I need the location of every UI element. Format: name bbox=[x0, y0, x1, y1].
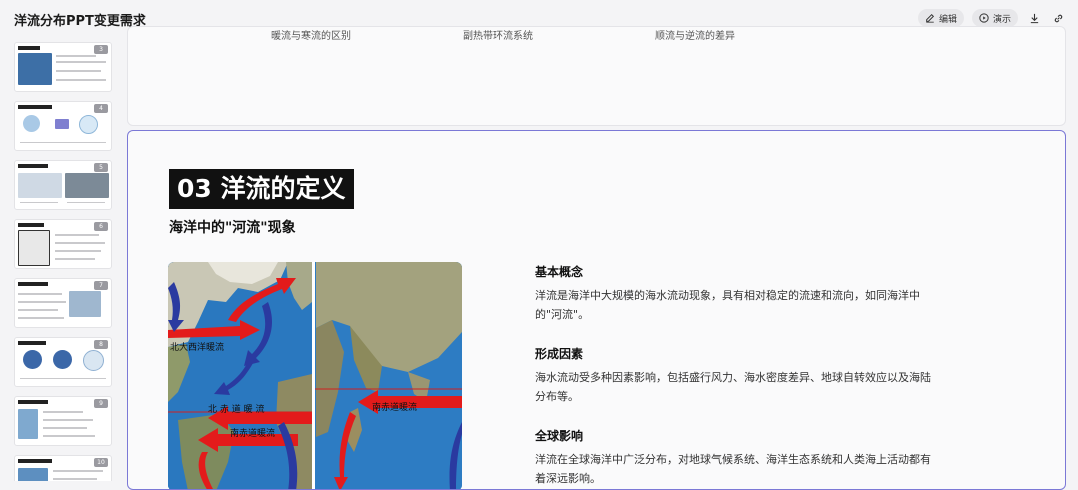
slide-number: 10 bbox=[94, 458, 108, 467]
edit-icon bbox=[926, 13, 935, 23]
slide-thumbnail[interactable]: 10 bbox=[14, 455, 112, 481]
map-label: 北大西洋暖流 bbox=[170, 341, 224, 353]
slide-editor-canvas: 暖流与寒流的区别 副热带环流系统 顺流与逆流的差异 03 洋流的定义 海洋中的"… bbox=[127, 26, 1067, 490]
edit-button-label: 编辑 bbox=[938, 14, 957, 25]
section-heading: 全球影响 bbox=[535, 429, 584, 443]
slide-number: 3 bbox=[94, 45, 108, 54]
slide-thumbnail[interactable]: 5 bbox=[14, 160, 112, 210]
section-global-impact: 全球影响 洋流在全球海洋中广泛分布，对地球气候系统、海洋生态系统和人类海上活动都… bbox=[535, 427, 935, 488]
slide-number: 7 bbox=[94, 281, 108, 290]
download-button[interactable] bbox=[1026, 10, 1042, 26]
slide-subtitle: 海洋中的"河流"现象 bbox=[169, 220, 296, 236]
ocean-current-map-graphic: 北大西洋暖流 北 赤 道 暖 流 南赤道暖流 南赤道暖流 bbox=[168, 262, 462, 489]
section-basic-concept: 基本概念 洋流是海洋中大规模的海水流动现象，具有相对稳定的流速和流向，如同海洋中… bbox=[535, 263, 935, 324]
ocean-current-map: 北大西洋暖流 北 赤 道 暖 流 南赤道暖流 南赤道暖流 bbox=[168, 262, 462, 489]
slide-thumbnail[interactable]: 8 bbox=[14, 337, 112, 387]
previous-slide-caption: 暖流与寒流的区别 bbox=[271, 31, 351, 42]
present-button[interactable]: 演示 bbox=[971, 9, 1018, 27]
slide-thumbnail-sidebar: 3 4 5 6 7 8 9 10 bbox=[0, 36, 124, 481]
edit-button[interactable]: 编辑 bbox=[917, 9, 964, 27]
previous-slide-caption: 顺流与逆流的差异 bbox=[655, 31, 735, 42]
share-link-button[interactable] bbox=[1050, 10, 1066, 26]
slide-thumbnail[interactable]: 7 bbox=[14, 278, 112, 328]
present-button-label: 演示 bbox=[992, 14, 1011, 25]
previous-slide-caption: 副热带环流系统 bbox=[463, 31, 533, 42]
slide-number: 5 bbox=[94, 163, 108, 172]
slide-title: 03 洋流的定义 bbox=[169, 169, 354, 209]
section-heading: 形成因素 bbox=[535, 347, 584, 361]
slide-number: 4 bbox=[94, 104, 108, 113]
play-icon bbox=[979, 13, 989, 23]
link-icon bbox=[1054, 14, 1062, 22]
current-slide[interactable]: 03 洋流的定义 海洋中的"河流"现象 北大西洋暖流 北 赤 道 暖 流 南赤道… bbox=[127, 130, 1066, 490]
slide-number: 9 bbox=[94, 399, 108, 408]
slide-number: 6 bbox=[94, 222, 108, 231]
section-heading: 基本概念 bbox=[535, 265, 584, 279]
section-text: 洋流在全球海洋中广泛分布，对地球气候系统、海洋生态系统和人类海上活动都有着深远影… bbox=[535, 453, 931, 485]
document-title: 洋流分布PPT变更需求 bbox=[14, 14, 146, 29]
download-icon bbox=[1030, 13, 1038, 23]
map-label: 南赤道暖流 bbox=[372, 401, 417, 413]
slide-number: 8 bbox=[94, 340, 108, 349]
section-text: 洋流是海洋中大规模的海水流动现象，具有相对稳定的流速和流向，如同海洋中的"河流"… bbox=[535, 289, 920, 321]
top-actions: 编辑 演示 bbox=[917, 9, 1066, 27]
slide-thumbnail[interactable]: 6 bbox=[14, 219, 112, 269]
map-label: 南赤道暖流 bbox=[230, 427, 275, 439]
previous-slide[interactable]: 暖流与寒流的区别 副热带环流系统 顺流与逆流的差异 bbox=[127, 26, 1066, 126]
slide-thumbnail[interactable]: 9 bbox=[14, 396, 112, 446]
section-text: 海水流动受多种因素影响，包括盛行风力、海水密度差异、地球自转效应以及海陆分布等。 bbox=[535, 371, 931, 403]
section-formation-factors: 形成因素 海水流动受多种因素影响，包括盛行风力、海水密度差异、地球自转效应以及海… bbox=[535, 345, 935, 406]
map-label: 北 赤 道 暖 流 bbox=[208, 403, 264, 415]
slide-thumbnail[interactable]: 4 bbox=[14, 101, 112, 151]
slide-thumbnail[interactable]: 3 bbox=[14, 42, 112, 92]
